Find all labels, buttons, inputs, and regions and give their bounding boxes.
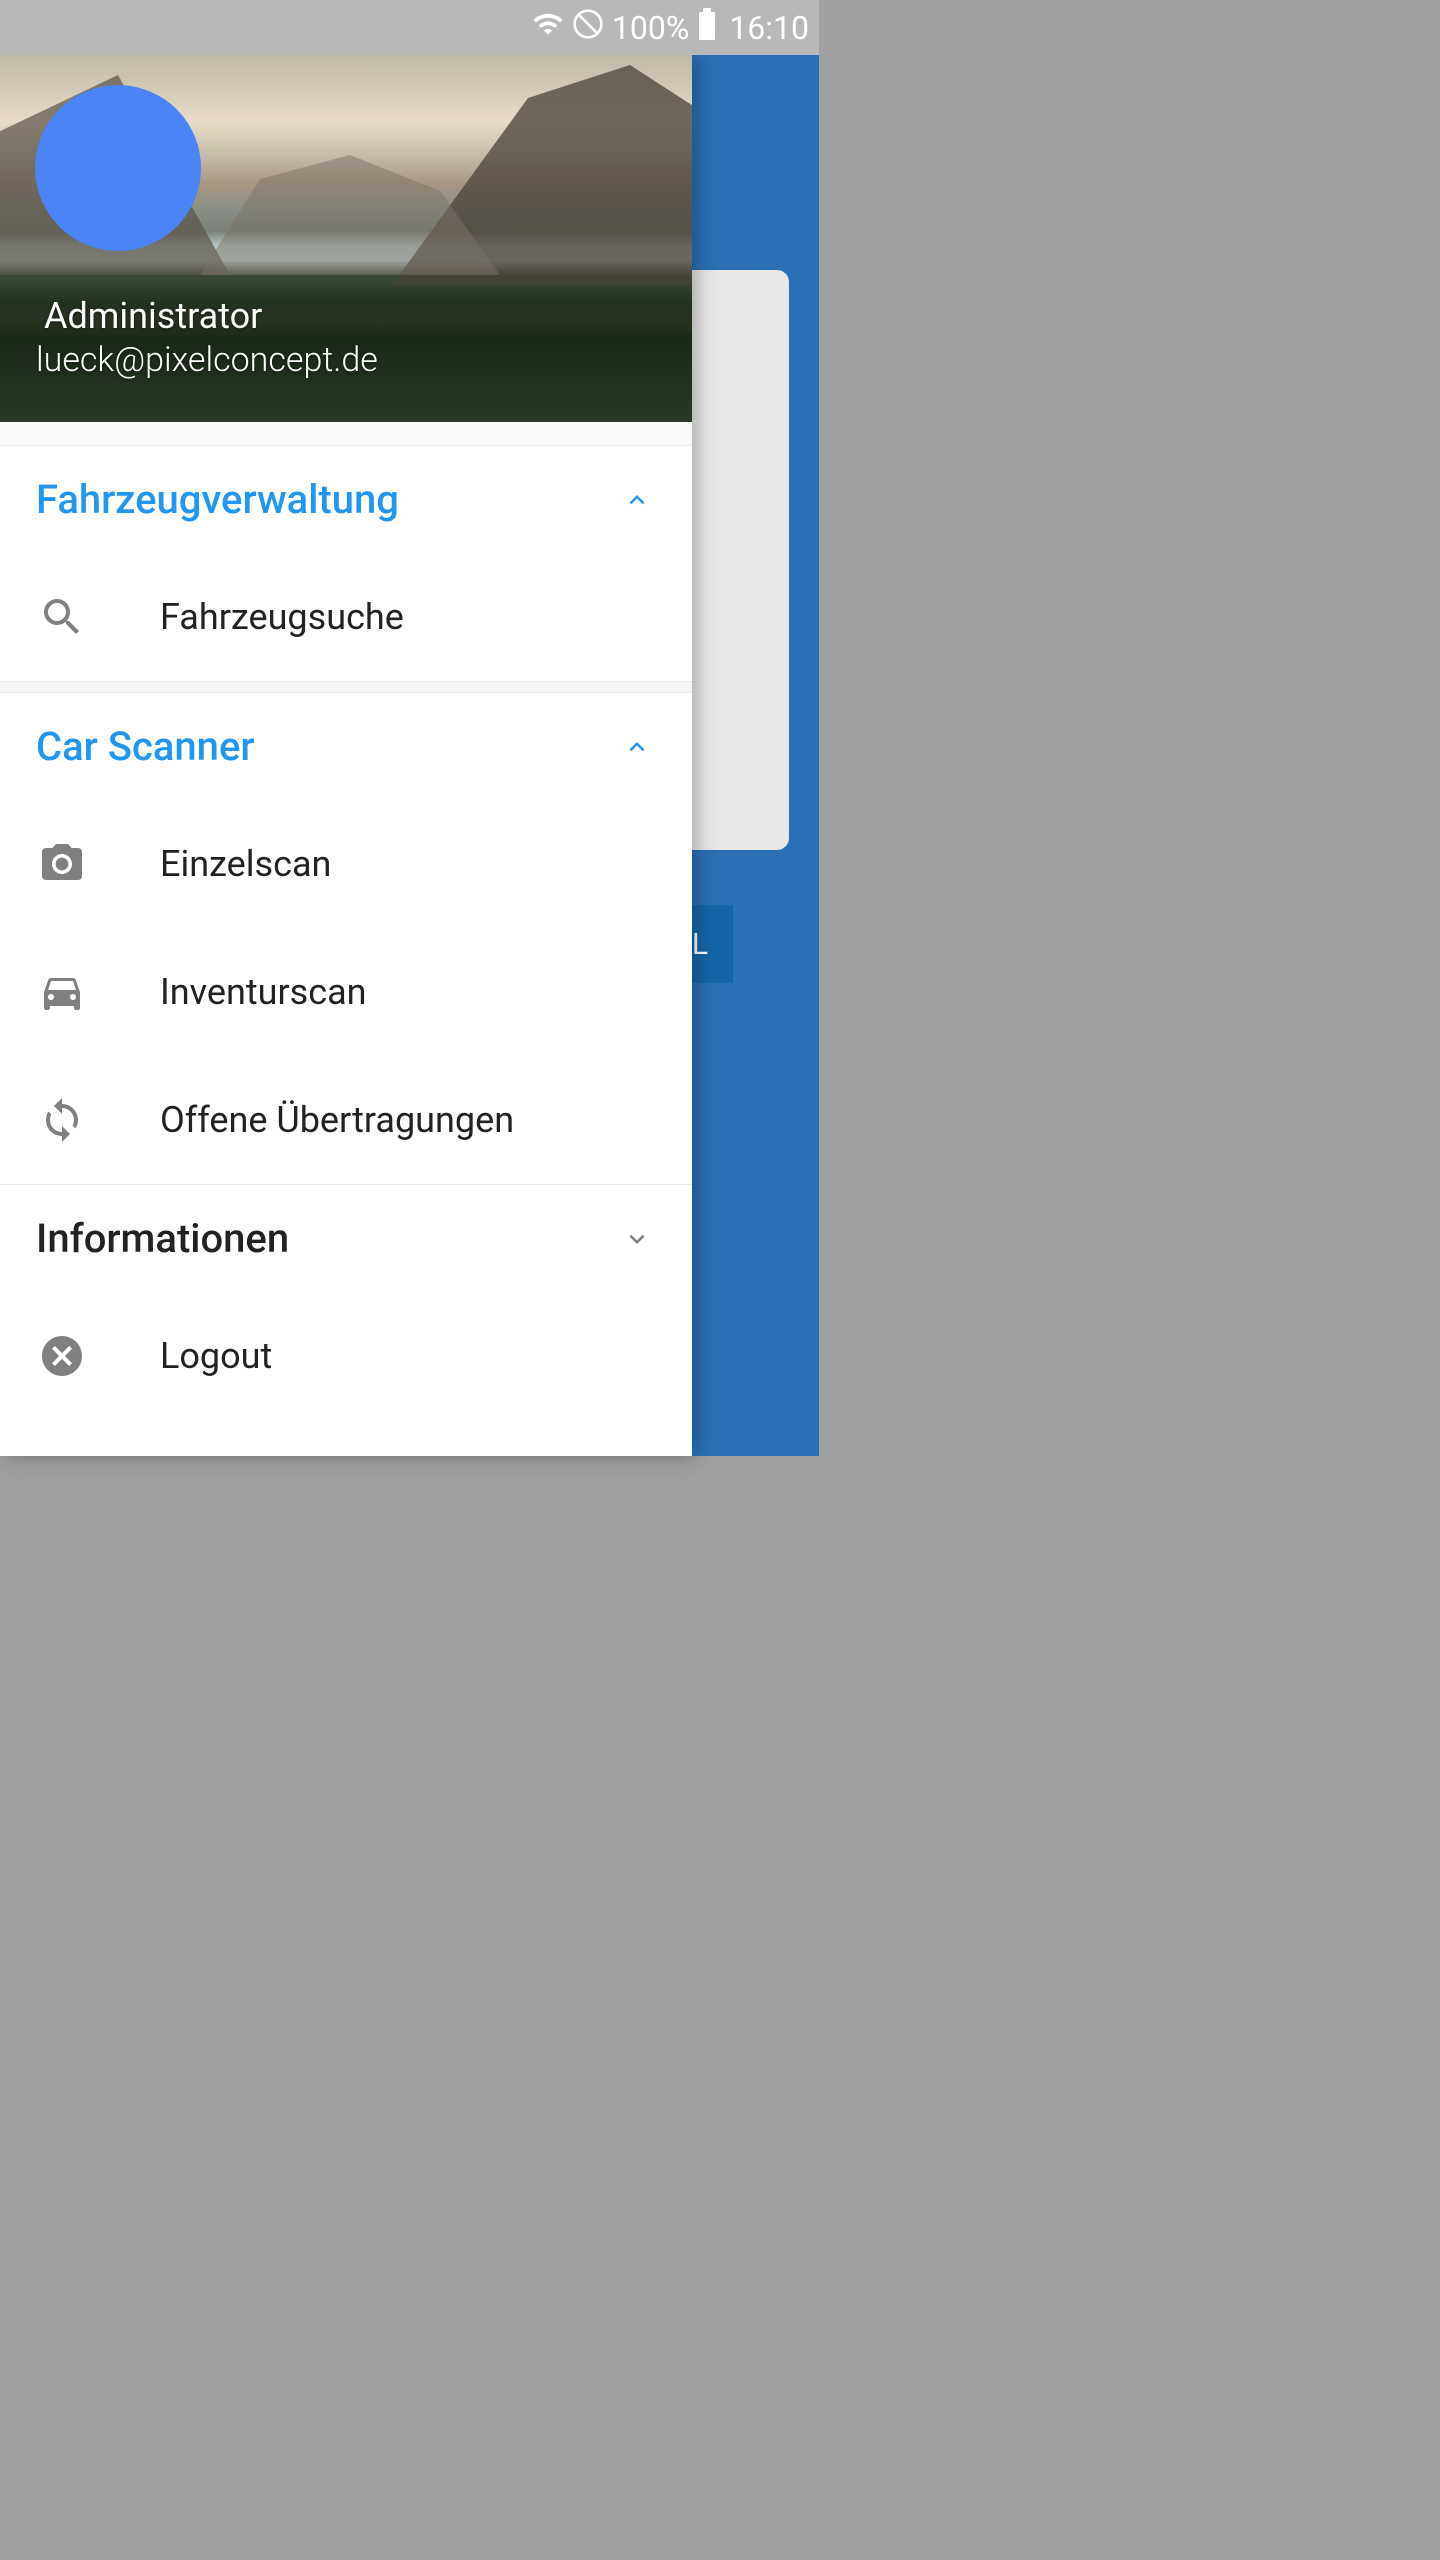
menu-item-offene-uebertragungen[interactable]: Offene Übertragungen bbox=[0, 1056, 692, 1184]
battery-icon bbox=[697, 8, 717, 48]
section-header-informationen[interactable]: Informationen bbox=[0, 1185, 692, 1292]
chevron-up-icon bbox=[622, 732, 652, 762]
menu-label: Logout bbox=[160, 1335, 272, 1377]
section-title: Fahrzeugverwaltung bbox=[36, 476, 399, 523]
drawer-body[interactable]: Fahrzeugverwaltung Fahrzeugsuche Car Sca… bbox=[0, 422, 692, 1456]
menu-item-inventurscan[interactable]: Inventurscan bbox=[0, 928, 692, 1056]
chevron-up-icon bbox=[622, 485, 652, 515]
menu-item-fahrzeugsuche[interactable]: Fahrzeugsuche bbox=[0, 553, 692, 681]
no-signal-icon bbox=[572, 8, 604, 48]
avatar[interactable] bbox=[35, 85, 201, 251]
user-email: lueck@pixelconcept.de bbox=[36, 340, 378, 380]
section-title: Informationen bbox=[36, 1215, 289, 1262]
search-icon bbox=[36, 591, 88, 643]
chevron-down-icon bbox=[622, 1224, 652, 1254]
camera-icon bbox=[36, 838, 88, 890]
menu-label: Fahrzeugsuche bbox=[160, 596, 404, 638]
car-icon bbox=[36, 966, 88, 1018]
status-bar: 100% 16:10 bbox=[0, 0, 819, 55]
wifi-icon bbox=[532, 8, 564, 48]
section-header-fahrzeugverwaltung[interactable]: Fahrzeugverwaltung bbox=[0, 446, 692, 553]
menu-item-einzelscan[interactable]: Einzelscan bbox=[0, 800, 692, 928]
close-circle-icon bbox=[36, 1330, 88, 1382]
drawer-header: Administrator lueck@pixelconcept.de bbox=[0, 55, 692, 422]
menu-label: Einzelscan bbox=[160, 843, 331, 885]
clock-time: 16:10 bbox=[729, 9, 809, 47]
sync-icon bbox=[36, 1094, 88, 1146]
menu-label: Inventurscan bbox=[160, 971, 367, 1013]
navigation-drawer: Administrator lueck@pixelconcept.de Fahr… bbox=[0, 55, 692, 1456]
section-title: Car Scanner bbox=[36, 723, 255, 770]
menu-item-logout[interactable]: Logout bbox=[0, 1292, 692, 1420]
battery-percent: 100% bbox=[612, 9, 689, 47]
user-name: Administrator bbox=[44, 295, 262, 337]
menu-label: Offene Übertragungen bbox=[160, 1099, 514, 1141]
section-header-car-scanner[interactable]: Car Scanner bbox=[0, 693, 692, 800]
